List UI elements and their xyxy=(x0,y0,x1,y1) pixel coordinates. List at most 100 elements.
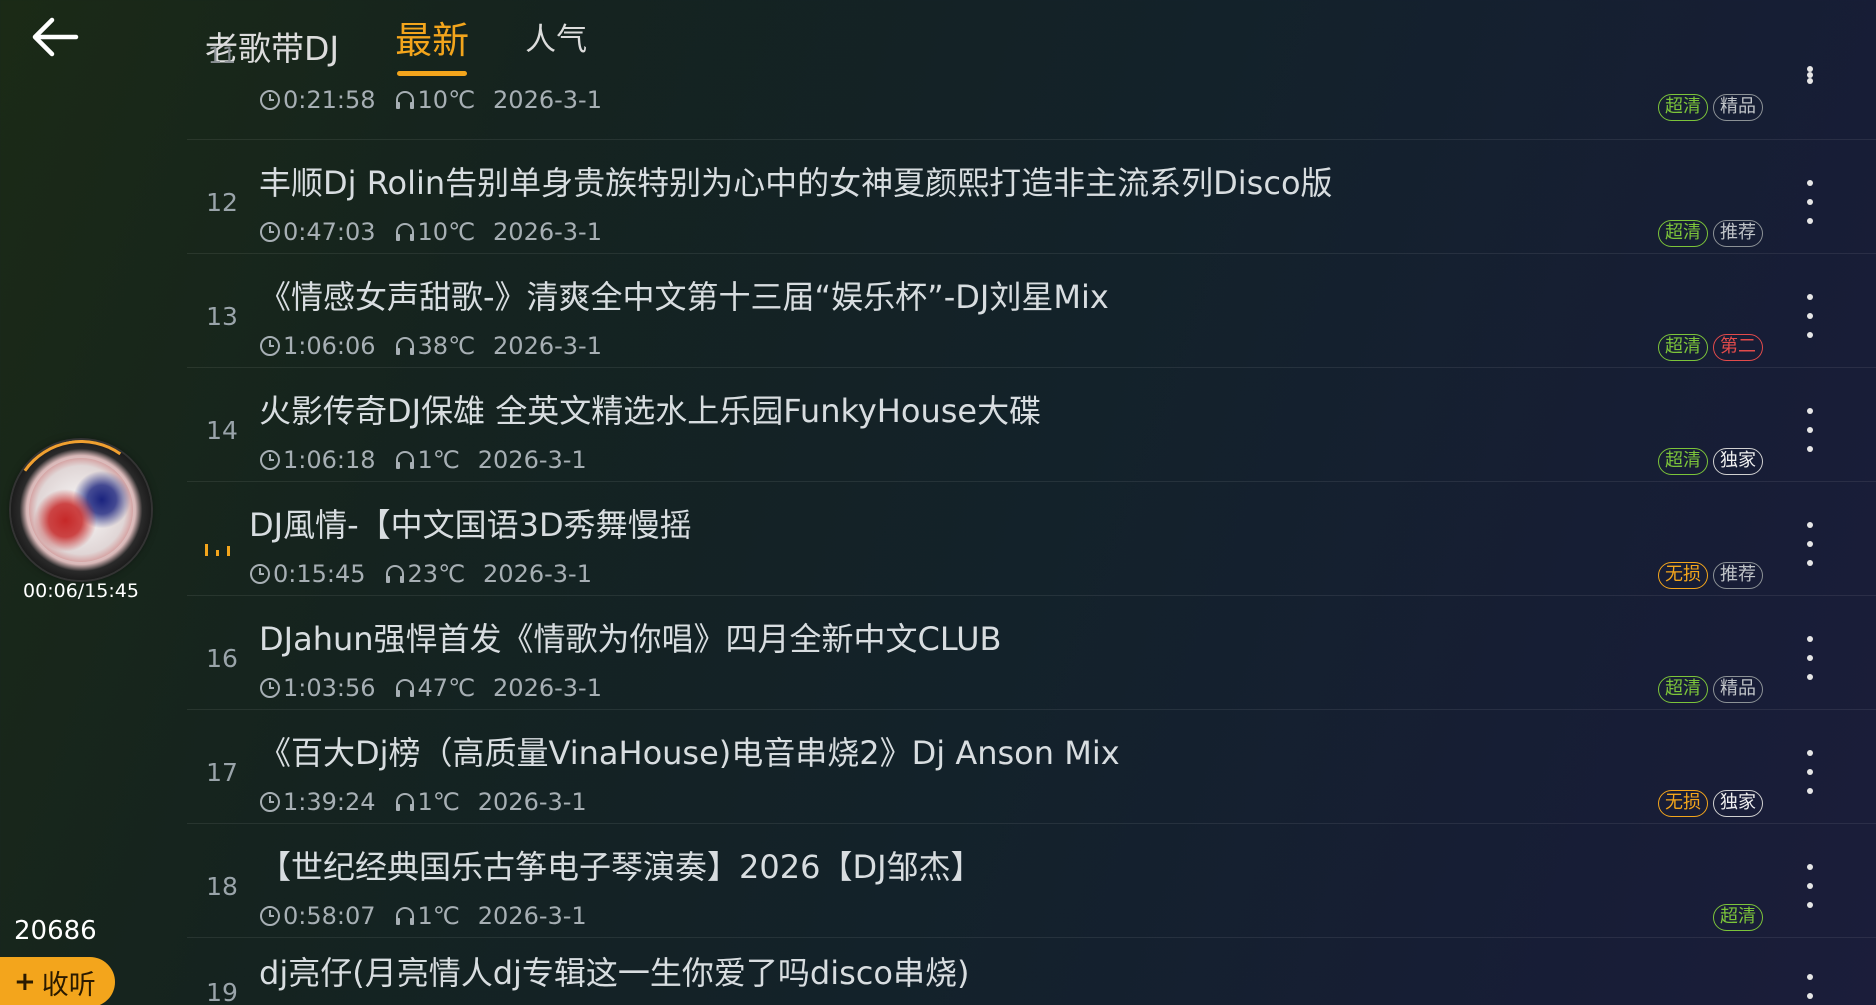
headphones-icon xyxy=(395,793,414,811)
track-heat: 47℃ xyxy=(417,674,476,702)
track-date: 2026-3-1 xyxy=(477,902,587,930)
play-time: 00:06/15:45 xyxy=(23,580,139,602)
quality-badge: 独家 xyxy=(1713,790,1763,817)
track-badges: 超清 精品 xyxy=(1658,94,1763,121)
track-row[interactable]: 12 丰顺Dj Rolin告别单身贵族特别为心中的女神夏颜熙打造非主流系列Disc… xyxy=(187,140,1876,254)
more-vertical-icon[interactable] xyxy=(1800,66,1820,92)
quality-badge: 超清 xyxy=(1658,448,1708,475)
equalizer-icon xyxy=(205,544,230,556)
headphones-icon xyxy=(395,337,414,355)
clock-icon xyxy=(260,336,280,356)
headphones-icon xyxy=(395,907,414,925)
quality-badge: 超清 xyxy=(1658,676,1708,703)
clock-icon xyxy=(260,906,280,926)
more-vertical-icon[interactable] xyxy=(1800,750,1820,794)
back-button[interactable] xyxy=(26,12,84,62)
track-badges: 超清 xyxy=(1713,904,1763,931)
more-vertical-icon[interactable] xyxy=(1800,864,1820,908)
track-heat: 1℃ xyxy=(417,788,460,816)
quality-badge: 超清 xyxy=(1658,220,1708,247)
quality-badge: 推荐 xyxy=(1713,562,1763,589)
track-badges: 超清 第二 xyxy=(1658,334,1763,361)
clock-icon xyxy=(260,450,280,470)
play-progress-ring xyxy=(0,428,163,592)
track-meta: 0:58:07 1℃ 2026-3-1 xyxy=(259,902,605,930)
headphones-icon xyxy=(395,91,414,109)
track-title[interactable]: dj亮仔(月亮情人dj专辑这一生你爱了吗disco串烧) xyxy=(259,948,969,994)
headphones-icon xyxy=(395,223,414,241)
track-date: 2026-3-1 xyxy=(493,332,602,360)
clock-icon xyxy=(250,564,270,584)
listen-button-label: 收听 xyxy=(41,969,96,1001)
clock-icon xyxy=(260,222,280,242)
track-row[interactable]: 13 《情感女声甜歌-》清爽全中文第十三届“娱乐杯”-DJ刘星Mix 1:06:0… xyxy=(187,254,1876,368)
track-date: 2026-3-1 xyxy=(493,674,602,702)
track-heat: 10℃ xyxy=(417,218,476,246)
more-vertical-icon[interactable] xyxy=(1800,636,1820,680)
track-index: 11 xyxy=(208,44,236,69)
more-vertical-icon[interactable] xyxy=(1800,408,1820,452)
clock-icon xyxy=(260,792,280,812)
track-date: 2026-3-1 xyxy=(493,86,602,114)
track-duration: 0:21:58 xyxy=(283,86,376,114)
more-vertical-icon[interactable] xyxy=(1800,974,1820,1005)
arrow-left-icon xyxy=(32,17,79,57)
track-badges: 无损 推荐 xyxy=(1658,562,1763,589)
track-duration: 1:39:24 xyxy=(283,788,376,816)
track-row[interactable]: 19 dj亮仔(月亮情人dj专辑这一生你爱了吗disco串烧) xyxy=(187,938,1876,1005)
track-title[interactable]: DJ風情-【中文国语3D秀舞慢摇 xyxy=(249,500,692,546)
quality-badge: 超清 xyxy=(1713,904,1763,931)
track-duration: 1:03:56 xyxy=(283,674,376,702)
headphones-icon xyxy=(395,451,414,469)
track-meta: 1:06:06 38℃ 2026-3-1 xyxy=(259,332,620,360)
track-row[interactable]: DJ風情-【中文国语3D秀舞慢摇 0:15:45 23℃ 2026-3-1 无损… xyxy=(187,482,1876,596)
more-vertical-icon[interactable] xyxy=(1800,294,1820,338)
quality-badge: 独家 xyxy=(1713,448,1763,475)
track-duration: 1:06:06 xyxy=(283,332,376,360)
track-index: 12 xyxy=(206,188,238,217)
track-title[interactable]: DJahun强悍首发《情歌为你唱》四月全新中文CLUB xyxy=(259,614,1002,660)
track-heat: 23℃ xyxy=(407,560,466,588)
track-badges: 超清 推荐 xyxy=(1658,220,1763,247)
track-index: 13 xyxy=(206,302,238,331)
more-vertical-icon[interactable] xyxy=(1800,522,1820,566)
quality-badge: 精品 xyxy=(1713,676,1763,703)
track-title[interactable]: 【世纪经典国乐古筝电子琴演奏】2026【DJ邹杰】 xyxy=(259,842,983,888)
track-meta: 1:06:18 1℃ 2026-3-1 xyxy=(259,446,605,474)
quality-badge: 超清 xyxy=(1658,334,1708,361)
track-row[interactable]: 14 火影传奇DJ保雄 全英文精选水上乐园FunkyHouse大碟 1:06:18… xyxy=(187,368,1876,482)
track-title[interactable]: 丰顺Dj Rolin告别单身贵族特别为心中的女神夏颜熙打造非主流系列Disco版 xyxy=(259,158,1333,204)
track-row[interactable]: 17 《百大Dj榜（高质量VinaHouse)电音串烧2》Dj Anson Mix… xyxy=(187,710,1876,824)
listen-button[interactable]: + 收听 xyxy=(0,957,115,1005)
headphones-icon xyxy=(385,565,404,583)
track-heat: 38℃ xyxy=(417,332,476,360)
track-heat: 10℃ xyxy=(417,86,476,114)
left-panel: 00:06/15:45 20686 + 收听 xyxy=(0,0,190,1005)
quality-badge: 精品 xyxy=(1713,94,1763,121)
track-meta: 0:21:58 10℃ 2026-3-1 xyxy=(259,86,620,114)
track-index: 18 xyxy=(206,872,238,901)
track-meta: 0:47:03 10℃ 2026-3-1 xyxy=(259,218,620,246)
track-duration: 0:15:45 xyxy=(273,560,366,588)
track-badges: 超清 精品 xyxy=(1658,676,1763,703)
track-title[interactable]: 《情感女声甜歌-》清爽全中文第十三届“娱乐杯”-DJ刘星Mix xyxy=(259,272,1109,318)
track-heat: 1℃ xyxy=(417,902,460,930)
quality-badge: 推荐 xyxy=(1713,220,1763,247)
track-title[interactable]: 《百大Dj榜（高质量VinaHouse)电音串烧2》Dj Anson Mix xyxy=(259,728,1120,774)
track-date: 2026-3-1 xyxy=(477,446,587,474)
track-date: 2026-3-1 xyxy=(477,788,587,816)
listen-count: 20686 xyxy=(14,916,97,946)
track-duration: 1:06:18 xyxy=(283,446,376,474)
track-row[interactable]: 11 0:21:58 10℃ 2026-3-1 超清 精品 xyxy=(187,44,1876,140)
clock-icon xyxy=(260,678,280,698)
more-vertical-icon[interactable] xyxy=(1800,180,1820,224)
track-title[interactable]: 火影传奇DJ保雄 全英文精选水上乐园FunkyHouse大碟 xyxy=(259,386,1041,432)
track-list: 11 0:21:58 10℃ 2026-3-1 超清 精品 12 丰顺Dj Rolin… xyxy=(187,44,1876,1005)
track-date: 2026-3-1 xyxy=(483,560,592,588)
track-row[interactable]: 18 【世纪经典国乐古筝电子琴演奏】2026【DJ邹杰】 0:58:07 1℃ 2… xyxy=(187,824,1876,938)
quality-badge: 无损 xyxy=(1658,562,1708,589)
track-index: 17 xyxy=(206,758,238,787)
quality-badge: 超清 xyxy=(1658,94,1708,121)
quality-badge: 第二 xyxy=(1713,334,1763,361)
track-row[interactable]: 16 DJahun强悍首发《情歌为你唱》四月全新中文CLUB 1:03:56 47… xyxy=(187,596,1876,710)
